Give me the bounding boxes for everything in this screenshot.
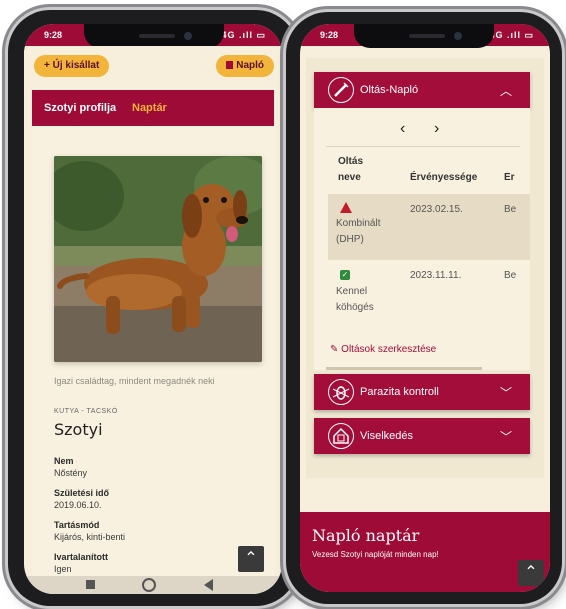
top-action-bar: + Új kisállat Napló	[24, 46, 282, 90]
profile-tabs: Szotyi profilja Naptár	[32, 90, 274, 126]
col-extra: Ér	[504, 172, 515, 183]
col-name-2: neve	[338, 172, 361, 183]
edit-vaccines-link[interactable]: ✎ Oltások szerkesztése	[330, 344, 436, 355]
field-sex: Nem Nőstény	[54, 456, 87, 478]
speaker	[409, 34, 445, 38]
field-label: Tartásmód	[54, 520, 100, 530]
field-label: Születési idő	[54, 488, 110, 498]
scroll-top-button[interactable]: ⌃	[518, 560, 544, 586]
vaccine-name-2: köhögés	[336, 302, 374, 313]
status-icons: 4G .ıll ▭	[221, 30, 266, 40]
vaccine-extra: Be	[504, 204, 517, 215]
field-neutered: Ivartalanított Igen	[54, 552, 108, 574]
chevron-down-icon: ﹀	[499, 386, 512, 400]
field-keeping: Tartásmód Kijárós, kinti-benti	[54, 520, 125, 542]
parasite-section-title: Parazita kontroll	[360, 386, 439, 398]
vaccine-date: 2023.11.11.	[410, 270, 462, 281]
parasite-section-header[interactable]: Parazita kontroll ﹀	[314, 374, 530, 410]
dachshund-photo	[54, 156, 262, 362]
right-phone: 9:28 4G .ıll ▭ Oltás-Napló ︿ ‹ › Oltás n…	[286, 12, 562, 604]
calendar-banner-subtitle: Vezesd Szotyi naplóját minden nap!	[312, 550, 439, 559]
vaccine-date: 2023.02.15.	[410, 204, 463, 215]
nav-bar	[24, 576, 282, 594]
divider	[326, 146, 520, 147]
back-icon[interactable]	[204, 579, 213, 591]
syringe-svg	[334, 82, 349, 97]
vaccine-panel: ‹ › Oltás neve Érvényessége Ér Kombinált…	[314, 108, 530, 370]
dog-photo	[54, 156, 262, 362]
tab-calendar[interactable]: Naptár	[132, 102, 167, 114]
vaccine-extra: Be	[504, 270, 517, 281]
behaviour-section-header[interactable]: Viselkedés ﹀	[314, 418, 530, 454]
check-icon: ✓	[340, 270, 350, 280]
calendar-banner-title: Napló naptár	[312, 526, 420, 545]
right-phone-screen: 9:28 4G .ıll ▭ Oltás-Napló ︿ ‹ › Oltás n…	[300, 24, 550, 592]
field-value: Nőstény	[54, 468, 88, 478]
camera	[184, 32, 192, 40]
vaccine-section-title: Oltás-Napló	[360, 84, 419, 96]
field-value: 2019.06.10.	[54, 500, 102, 510]
edit-vaccines-label: Oltások szerkesztése	[341, 344, 437, 355]
profile-card: Igazi családtag, mindent megadnék neki K…	[32, 126, 274, 594]
warning-icon	[340, 202, 352, 213]
chevron-up-icon: ⌃	[524, 564, 538, 581]
vaccine-name-2: (DHP)	[336, 234, 364, 245]
home-icon[interactable]	[142, 578, 156, 592]
field-birth: Születési idő 2019.06.10.	[54, 488, 109, 510]
dog-caption: Igazi családtag, mindent megadnék neki	[54, 376, 215, 386]
left-phone: 9:28 4G .ıll ▭ + Új kisállat Napló Szoty…	[8, 10, 298, 606]
chevron-up-icon: ⌃	[244, 550, 258, 567]
status-time: 9:28	[44, 30, 63, 40]
field-value: Kijárós, kinti-benti	[54, 532, 126, 542]
chevron-up-icon: ︿	[499, 84, 512, 98]
table-row: ✓ Kennel köhögés 2023.11.11. Be	[328, 264, 530, 330]
bug-icon	[328, 379, 354, 405]
book-icon	[226, 61, 234, 69]
journal-button[interactable]: Napló	[216, 55, 274, 77]
breed-line: KUTYA - TACSKÓ	[54, 408, 118, 415]
journal-label: Napló	[236, 60, 264, 71]
new-pet-button[interactable]: + Új kisállat	[34, 55, 110, 77]
bug-svg	[332, 386, 350, 400]
tab-profile[interactable]: Szotyi profilja	[44, 102, 116, 114]
col-name-1: Oltás	[338, 156, 364, 167]
scroll-top-button[interactable]: ⌃	[238, 546, 264, 572]
field-label: Ivartalanított	[54, 552, 109, 562]
status-icons: 4G .ıll ▭	[489, 30, 534, 40]
dog-name: Szotyi	[54, 420, 103, 439]
new-pet-label: + Új kisállat	[44, 60, 100, 71]
chevron-down-icon: ﹀	[499, 430, 512, 444]
speaker	[139, 34, 175, 38]
notch	[84, 24, 224, 48]
edit-icon: ✎	[330, 344, 342, 355]
behaviour-section-title: Viselkedés	[360, 430, 413, 442]
calendar-banner[interactable]: Napló naptár Vezesd Szotyi naplóját mind…	[300, 512, 550, 592]
camera	[454, 32, 462, 40]
vaccine-name-1: Kennel	[336, 286, 368, 297]
vaccine-section-header[interactable]: Oltás-Napló ︿	[314, 72, 530, 108]
house-svg	[333, 427, 349, 444]
left-phone-screen: 9:28 4G .ıll ▭ + Új kisállat Napló Szoty…	[24, 24, 282, 594]
notch	[354, 24, 494, 48]
status-time: 9:28	[320, 30, 339, 40]
divider	[326, 367, 482, 370]
col-validity: Érvényessége	[410, 172, 478, 183]
house-icon	[328, 423, 354, 449]
table-row: Kombinált (DHP) 2023.02.15. Be	[328, 194, 530, 260]
recent-apps-icon[interactable]	[86, 580, 95, 589]
prev-arrow[interactable]: ‹	[400, 120, 405, 138]
syringe-icon	[328, 77, 354, 103]
vaccine-name-1: Kombinált	[336, 218, 381, 229]
field-label: Nem	[54, 456, 74, 466]
next-arrow[interactable]: ›	[434, 120, 439, 138]
field-value: Igen	[54, 564, 72, 574]
